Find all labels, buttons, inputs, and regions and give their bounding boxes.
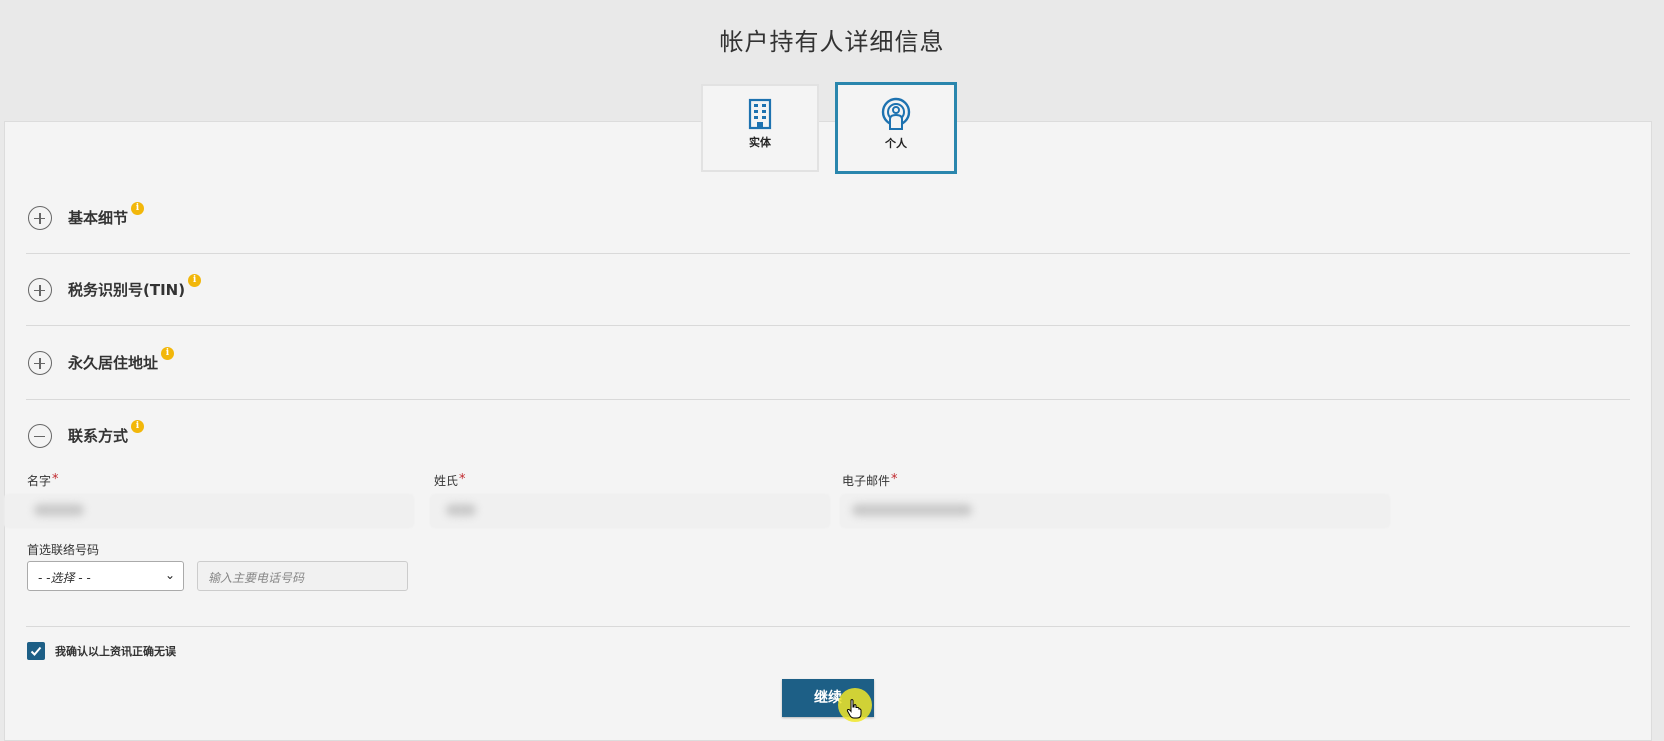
section-contact-label: 联系方式 [68, 427, 129, 445]
section-tin-label: 税务识别号(TIN) [68, 281, 186, 299]
phone-number-input[interactable]: 输入主要电话号码 [197, 561, 408, 591]
email-field[interactable] [840, 494, 1390, 528]
section-basic-details-label: 基本细节 [68, 209, 129, 227]
info-icon[interactable]: i [131, 202, 145, 215]
confirm-label: 我确认以上资讯正确无误 [55, 645, 176, 658]
person-icon [881, 97, 911, 130]
section-divider [26, 253, 1630, 254]
email-label: 电子邮件* [842, 472, 898, 488]
checkmark-icon [30, 646, 42, 656]
last-name-field[interactable] [430, 494, 830, 528]
section-divider [26, 325, 1630, 326]
first-name-field[interactable] [4, 494, 414, 528]
tab-entity-label: 实体 [749, 136, 771, 149]
tab-entity[interactable]: 实体 [701, 84, 819, 172]
first-name-label: 名字* [27, 472, 59, 488]
collapse-icon[interactable] [28, 424, 52, 448]
expand-icon[interactable] [28, 351, 52, 375]
confirm-checkbox[interactable] [27, 642, 45, 660]
tab-individual[interactable]: 个人 [835, 82, 957, 174]
chevron-down-icon: ⌄ [164, 568, 175, 582]
page-title: 帐户持有人详细信息 [719, 28, 945, 56]
section-divider [26, 626, 1630, 627]
last-name-label: 姓氏* [434, 472, 466, 488]
building-icon [748, 98, 772, 130]
section-contact[interactable]: 联系方式i [26, 420, 1630, 450]
section-divider [26, 399, 1630, 400]
info-icon[interactable]: i [188, 274, 202, 287]
expand-icon[interactable] [28, 278, 52, 302]
phone-type-select[interactable]: - -选择 - - ⌄ [27, 561, 184, 591]
section-basic-details[interactable]: 基本细节i [26, 202, 1630, 232]
hand-cursor-icon [846, 699, 862, 719]
info-icon[interactable]: i [131, 420, 145, 433]
info-icon[interactable]: i [161, 347, 175, 360]
section-tin[interactable]: 税务识别号(TIN)i [26, 274, 1630, 304]
expand-icon[interactable] [28, 206, 52, 230]
section-permanent-address[interactable]: 永久居住地址i [26, 347, 1630, 377]
section-permanent-address-label: 永久居住地址 [68, 354, 159, 372]
tab-individual-label: 个人 [885, 137, 907, 150]
preferred-phone-label: 首选联络号码 [27, 543, 100, 557]
